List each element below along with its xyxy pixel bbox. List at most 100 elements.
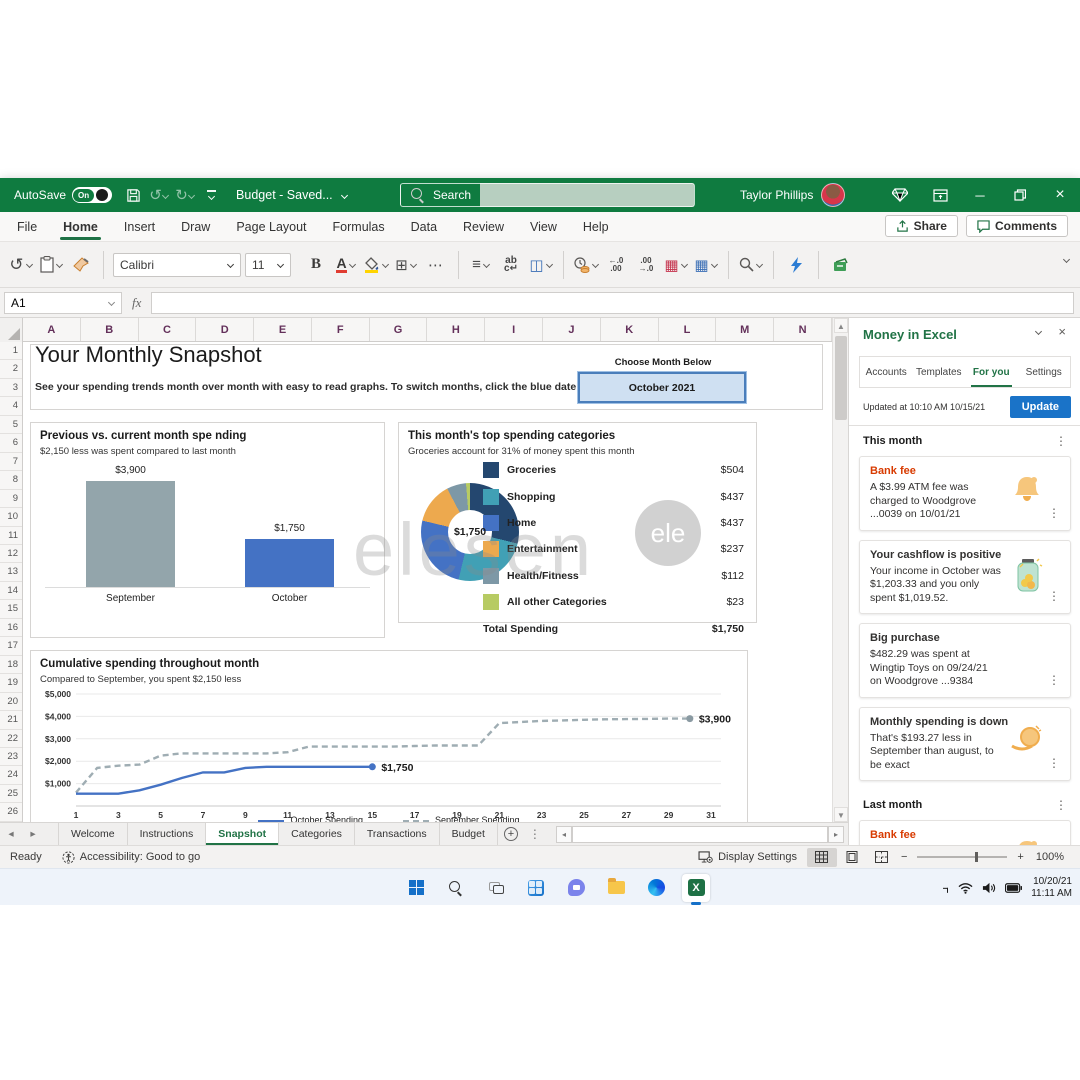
column-header-f[interactable]: F (312, 318, 370, 341)
widgets-icon[interactable] (522, 874, 550, 902)
card-menu-icon[interactable]: ⋮ (1044, 506, 1064, 520)
new-sheet-button[interactable]: + (498, 823, 524, 845)
row-header-15[interactable]: 15 (0, 600, 22, 618)
undo-button[interactable]: ↺ (8, 250, 34, 280)
row-header-8[interactable]: 8 (0, 471, 22, 489)
fill-color-button[interactable] (363, 250, 389, 280)
card-menu-icon[interactable]: ⋮ (1044, 589, 1064, 603)
ribbon-tab-view[interactable]: View (517, 214, 570, 240)
ribbon-tab-file[interactable]: File (4, 214, 50, 240)
column-header-c[interactable]: C (139, 318, 197, 341)
merge-center-button[interactable]: ◫ (528, 250, 554, 280)
decrease-decimal-button[interactable]: ←.0.00 (603, 250, 629, 280)
row-header-26[interactable]: 26 (0, 803, 22, 821)
horizontal-scroll-thumb[interactable] (572, 826, 828, 843)
autosave-toggle[interactable]: AutoSave On (14, 187, 112, 203)
edge-browser-icon[interactable] (642, 874, 670, 902)
font-color-button[interactable]: A (333, 250, 359, 280)
save-icon[interactable] (120, 183, 146, 207)
more-formatting-button[interactable]: ⋯ (423, 250, 449, 280)
update-button[interactable]: Update (1010, 396, 1071, 418)
column-header-d[interactable]: D (196, 318, 254, 341)
column-header-j[interactable]: J (543, 318, 601, 341)
panel-tab-accounts[interactable]: Accounts (860, 357, 913, 387)
display-settings-button[interactable]: Display Settings (688, 846, 807, 868)
row-header-14[interactable]: 14 (0, 582, 22, 600)
row-header-10[interactable]: 10 (0, 508, 22, 526)
alignment-button[interactable]: ≡ (468, 250, 494, 280)
row-header-4[interactable]: 4 (0, 397, 22, 415)
card-menu-icon[interactable]: ⋮ (1044, 673, 1064, 687)
row-header-2[interactable]: 2 (0, 360, 22, 378)
formula-input[interactable] (151, 292, 1074, 314)
column-header-k[interactable]: K (601, 318, 659, 341)
teams-chat-icon[interactable] (562, 874, 590, 902)
ribbon-display-options-icon[interactable] (920, 178, 960, 212)
account-area[interactable]: Taylor Phillips (740, 178, 845, 212)
insert-function-button[interactable]: fx (132, 295, 141, 311)
select-all-corner[interactable] (0, 318, 23, 342)
format-painter-button[interactable] (68, 250, 94, 280)
collapse-ribbon-icon[interactable] (1063, 256, 1070, 263)
column-header-h[interactable]: H (427, 318, 485, 341)
row-header-22[interactable]: 22 (0, 730, 22, 748)
zoom-level[interactable]: 100% (1028, 851, 1072, 863)
row-header-3[interactable]: 3 (0, 379, 22, 397)
row-header-19[interactable]: 19 (0, 674, 22, 692)
row-header-23[interactable]: 23 (0, 748, 22, 766)
vertical-scrollbar[interactable]: ▲ ▼ (832, 318, 848, 822)
zoom-in-button[interactable]: + (1013, 851, 1027, 863)
row-header-6[interactable]: 6 (0, 434, 22, 452)
sheet-tab-categories[interactable]: Categories (279, 823, 355, 845)
font-size-select[interactable]: 11 (245, 253, 291, 277)
wifi-icon[interactable] (958, 882, 973, 894)
normal-view-button[interactable] (807, 848, 837, 867)
page-layout-view-button[interactable] (837, 848, 867, 867)
ribbon-tab-page-layout[interactable]: Page Layout (223, 214, 319, 240)
tray-chevron-up-icon[interactable] (941, 885, 951, 895)
row-header-7[interactable]: 7 (0, 453, 22, 471)
horizontal-scrollbar[interactable]: ◂ ▸ (556, 826, 844, 843)
ribbon-tab-insert[interactable]: Insert (111, 214, 168, 240)
borders-button[interactable]: ⊞ (393, 250, 419, 280)
share-button[interactable]: Share (885, 215, 958, 237)
hscroll-left-icon[interactable]: ◂ (556, 826, 572, 843)
ribbon-tab-review[interactable]: Review (450, 214, 517, 240)
find-select-button[interactable] (738, 250, 764, 280)
column-header-l[interactable]: L (659, 318, 717, 341)
excel-taskbar-icon[interactable]: X (682, 874, 710, 902)
name-box[interactable]: A1 (4, 292, 122, 314)
row-header-18[interactable]: 18 (0, 656, 22, 674)
speaker-icon[interactable] (982, 882, 996, 894)
zoom-out-button[interactable]: − (897, 851, 911, 863)
column-header-b[interactable]: B (81, 318, 139, 341)
panel-chevron-down-icon[interactable] (1035, 328, 1042, 335)
row-header-5[interactable]: 5 (0, 416, 22, 434)
panel-tab-settings[interactable]: Settings (1018, 357, 1071, 387)
taskbar-clock[interactable]: 10/20/21 11:11 AM (1031, 876, 1072, 900)
row-header-1[interactable]: 1 (0, 342, 22, 360)
sheet-tab-transactions[interactable]: Transactions (355, 823, 440, 845)
column-header-n[interactable]: N (774, 318, 832, 341)
quick-access-menu-icon[interactable] (198, 183, 224, 207)
increase-decimal-button[interactable]: .00→.0 (633, 250, 659, 280)
panel-tab-for-you[interactable]: For you (965, 357, 1018, 387)
zoom-slider[interactable] (917, 856, 1007, 858)
sheet-tab-instructions[interactable]: Instructions (128, 823, 207, 845)
column-header-m[interactable]: M (716, 318, 774, 341)
sheet-tab-welcome[interactable]: Welcome (58, 823, 128, 845)
wrap-text-button[interactable]: abc↵ (498, 250, 524, 280)
row-header-24[interactable]: 24 (0, 766, 22, 784)
ribbon-tab-help[interactable]: Help (570, 214, 622, 240)
row-header-17[interactable]: 17 (0, 637, 22, 655)
start-button[interactable] (402, 874, 430, 902)
accessibility-status[interactable]: Accessibility: Good to go (52, 846, 210, 868)
vertical-scroll-thumb[interactable] (835, 336, 847, 420)
row-header-12[interactable]: 12 (0, 545, 22, 563)
bold-button[interactable]: B (303, 250, 329, 280)
ribbon-tab-draw[interactable]: Draw (168, 214, 223, 240)
column-header-a[interactable]: A (23, 318, 81, 341)
card-menu-icon[interactable]: ⋮ (1044, 756, 1064, 770)
conditional-formatting-button[interactable]: ▦ (663, 250, 689, 280)
sheet-nav-left-icon[interactable]: ◂ (0, 823, 22, 845)
